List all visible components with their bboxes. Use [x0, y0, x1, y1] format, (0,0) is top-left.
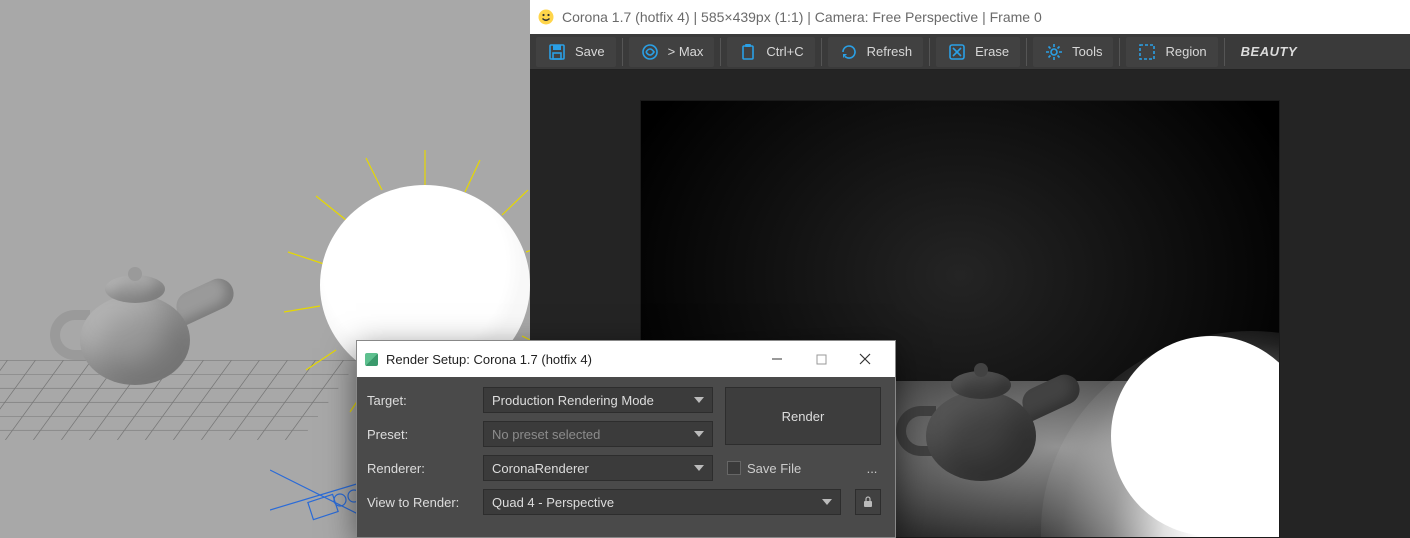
chevron-down-icon — [694, 465, 704, 471]
save-button[interactable]: Save — [536, 37, 616, 67]
separator — [1026, 38, 1027, 66]
separator — [622, 38, 623, 66]
render-button[interactable]: Render — [725, 387, 881, 445]
refresh-button[interactable]: Refresh — [828, 37, 924, 67]
dialog-title: Render Setup: Corona 1.7 (hotfix 4) — [386, 352, 592, 367]
preset-value: No preset selected — [492, 427, 600, 442]
save-file-checkbox[interactable]: Save File — [727, 461, 801, 476]
view-value: Quad 4 - Perspective — [492, 495, 614, 510]
view-select[interactable]: Quad 4 - Perspective — [483, 489, 841, 515]
checkbox-icon[interactable] — [727, 461, 741, 475]
preset-select[interactable]: No preset selected — [483, 421, 713, 447]
save-file-label: Save File — [747, 461, 801, 476]
refresh-label: Refresh — [867, 44, 913, 59]
framebuffer-toolbar: Save > Max Ctrl+C Refresh Erase Tools — [530, 34, 1410, 70]
separator — [720, 38, 721, 66]
refresh-icon — [839, 42, 859, 62]
max-label: > Max — [668, 44, 704, 59]
separator — [929, 38, 930, 66]
erase-icon — [947, 42, 967, 62]
max-button[interactable]: > Max — [629, 37, 715, 67]
gear-icon — [1044, 42, 1064, 62]
renderer-select[interactable]: CoronaRenderer — [483, 455, 713, 481]
clipboard-icon — [738, 42, 758, 62]
chevron-down-icon — [694, 431, 704, 437]
app-icon — [365, 353, 378, 366]
separator — [821, 38, 822, 66]
render-teapot — [906, 351, 1076, 491]
erase-button[interactable]: Erase — [936, 37, 1020, 67]
renderer-value: CoronaRenderer — [492, 461, 589, 476]
separator — [1119, 38, 1120, 66]
render-button-label: Render — [782, 409, 825, 424]
save-label: Save — [575, 44, 605, 59]
erase-label: Erase — [975, 44, 1009, 59]
minimize-icon — [771, 353, 783, 365]
region-icon — [1137, 42, 1157, 62]
teapot-viewport[interactable] — [60, 255, 230, 395]
chevron-down-icon — [822, 499, 832, 505]
minimize-button[interactable] — [755, 343, 799, 375]
renderer-label: Renderer: — [367, 461, 475, 476]
maximize-button[interactable] — [799, 343, 843, 375]
framebuffer-titlebar[interactable]: Corona 1.7 (hotfix 4) | 585×439px (1:1) … — [530, 0, 1410, 34]
max-icon — [640, 42, 660, 62]
region-label: Region — [1165, 44, 1206, 59]
tools-label: Tools — [1072, 44, 1102, 59]
close-icon — [859, 353, 871, 365]
save-icon — [547, 42, 567, 62]
smile-icon — [538, 9, 554, 25]
target-value: Production Rendering Mode — [492, 393, 654, 408]
copy-label: Ctrl+C — [766, 44, 803, 59]
region-button[interactable]: Region — [1126, 37, 1217, 67]
framebuffer-title: Corona 1.7 (hotfix 4) | 585×439px (1:1) … — [562, 9, 1042, 25]
chevron-down-icon — [694, 397, 704, 403]
tools-button[interactable]: Tools — [1033, 37, 1113, 67]
browse-button[interactable]: ... — [859, 455, 885, 481]
target-label: Target: — [367, 393, 475, 408]
lock-icon — [862, 496, 874, 508]
close-button[interactable] — [843, 343, 887, 375]
render-setup-dialog[interactable]: Render Setup: Corona 1.7 (hotfix 4) Targ… — [356, 340, 896, 538]
view-label: View to Render: — [367, 495, 475, 510]
target-select[interactable]: Production Rendering Mode — [483, 387, 713, 413]
separator — [1224, 38, 1225, 66]
dialog-titlebar[interactable]: Render Setup: Corona 1.7 (hotfix 4) — [357, 341, 895, 377]
maximize-icon — [816, 354, 827, 365]
copy-button[interactable]: Ctrl+C — [727, 37, 814, 67]
render-mode-label[interactable]: BEAUTY — [1241, 44, 1297, 59]
lock-view-button[interactable] — [855, 489, 881, 515]
preset-label: Preset: — [367, 427, 475, 442]
ellipsis-icon: ... — [867, 461, 878, 476]
